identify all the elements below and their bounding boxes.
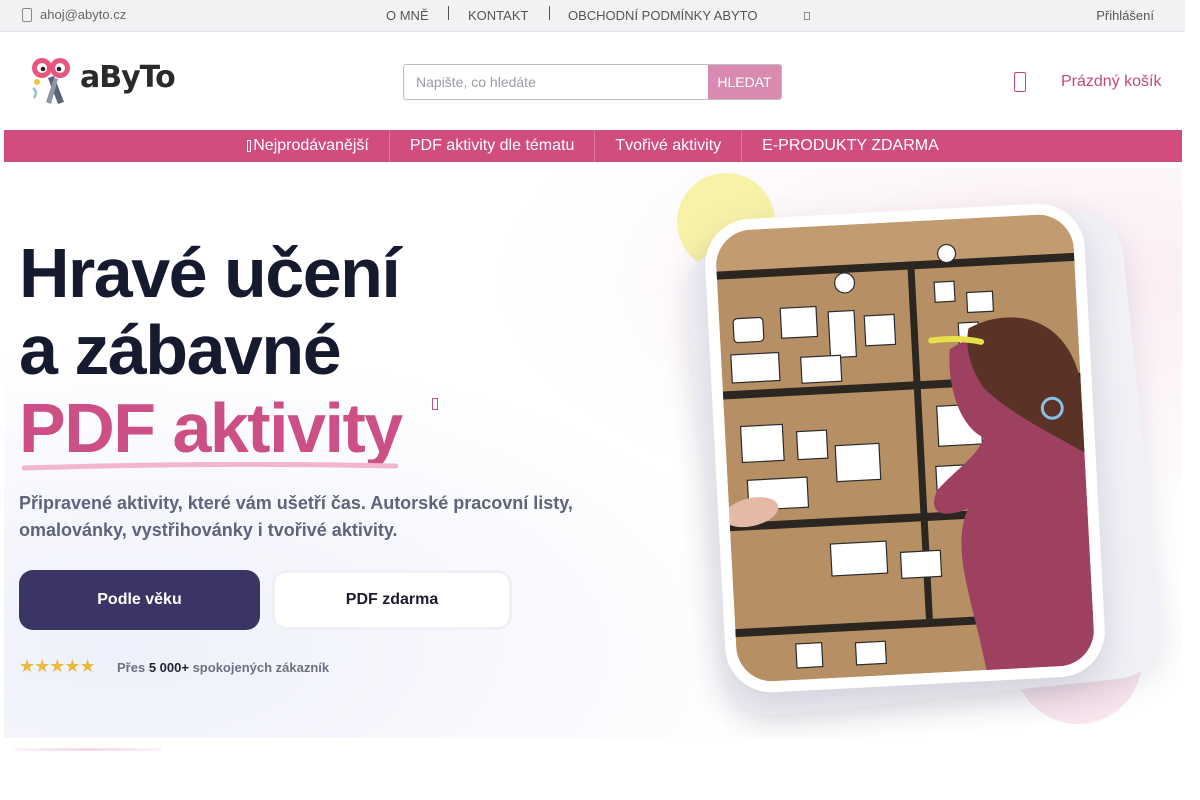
logo-wordmark: aByTo <box>80 60 176 95</box>
hero-lead-text: Připravené aktivity, které vám ušetří ča… <box>19 493 573 540</box>
topnav-separator <box>448 6 449 20</box>
info-icon[interactable] <box>804 12 810 20</box>
nav-item-e-produkty-zdarma[interactable]: E-PRODUKTY ZDARMA <box>742 130 959 162</box>
envelope-icon <box>22 7 32 22</box>
search-button[interactable]: HLEDAT <box>708 65 781 99</box>
social-proof-count: 5 000+ <box>148 660 189 675</box>
hero-title-line-2: a zábavné <box>19 311 342 389</box>
by-age-button[interactable]: Podle věku <box>19 570 260 630</box>
search-bar: HLEDAT <box>403 64 782 100</box>
social-proof-prefix: Přes <box>117 660 146 675</box>
main-navigation: Nejprodávanější PDF aktivity dle tématu … <box>4 130 1182 162</box>
topnav-obchodni-podminky[interactable]: OBCHODNÍ PODMÍNKY ABYTO <box>568 8 758 23</box>
nav-item-nejprodavanejsi[interactable]: Nejprodávanější <box>227 130 390 162</box>
social-proof: Přes 5 000+ spokojených zákazník <box>117 660 329 675</box>
rating-stars: ★★★★★ <box>19 656 96 676</box>
contact-email-text[interactable]: ahoj@abyto.cz <box>40 7 126 22</box>
logo-scissors-mascot-icon <box>32 58 70 104</box>
nav-item-tvorive-aktivity[interactable]: Tvořivé aktivity <box>595 130 743 162</box>
nav-item-label[interactable]: E-PRODUKTY ZDARMA <box>762 137 939 155</box>
search-input[interactable] <box>404 65 710 99</box>
site-logo[interactable]: aByTo <box>30 54 176 108</box>
nav-item-pdf-aktivity-dle-tematu[interactable]: PDF aktivity dle tématu <box>390 130 596 162</box>
topnav-separator <box>549 6 550 20</box>
social-proof-suffix: spokojených zákazník <box>192 660 330 675</box>
nav-item-label[interactable]: PDF aktivity dle tématu <box>410 137 575 155</box>
sparkle-icon <box>247 140 252 152</box>
free-pdf-button[interactable]: PDF zdarma <box>272 570 512 630</box>
title-underline-decoration <box>22 462 398 471</box>
top-bar: ahoj@abyto.cz O MNĚ KONTAKT OBCHODNÍ POD… <box>0 0 1185 32</box>
topnav-o-mne[interactable]: O MNĚ <box>386 8 429 23</box>
hero-title-line-3: PDF aktivity <box>19 389 403 467</box>
cart-icon[interactable] <box>1014 72 1026 92</box>
cart-link[interactable]: Prázdný košík <box>1061 73 1161 91</box>
hero-section: Hravé učení a zábavné PDF aktivity Připr… <box>4 168 1182 738</box>
section-divider <box>14 748 162 751</box>
hero-photo-card <box>702 201 1108 695</box>
topnav-kontakt[interactable]: KONTAKT <box>468 8 528 23</box>
hero-photo-cardboard-dollhouse <box>714 212 1096 684</box>
nav-item-label[interactable]: Nejprodávanější <box>253 137 369 155</box>
hero-title-line-1: Hravé učení <box>19 234 401 312</box>
login-link[interactable]: Přihlášení <box>1096 8 1154 23</box>
contact-email[interactable]: ahoj@abyto.cz <box>22 7 126 22</box>
sparkle-icon <box>432 398 438 410</box>
nav-item-label[interactable]: Tvořivé aktivity <box>615 137 721 155</box>
